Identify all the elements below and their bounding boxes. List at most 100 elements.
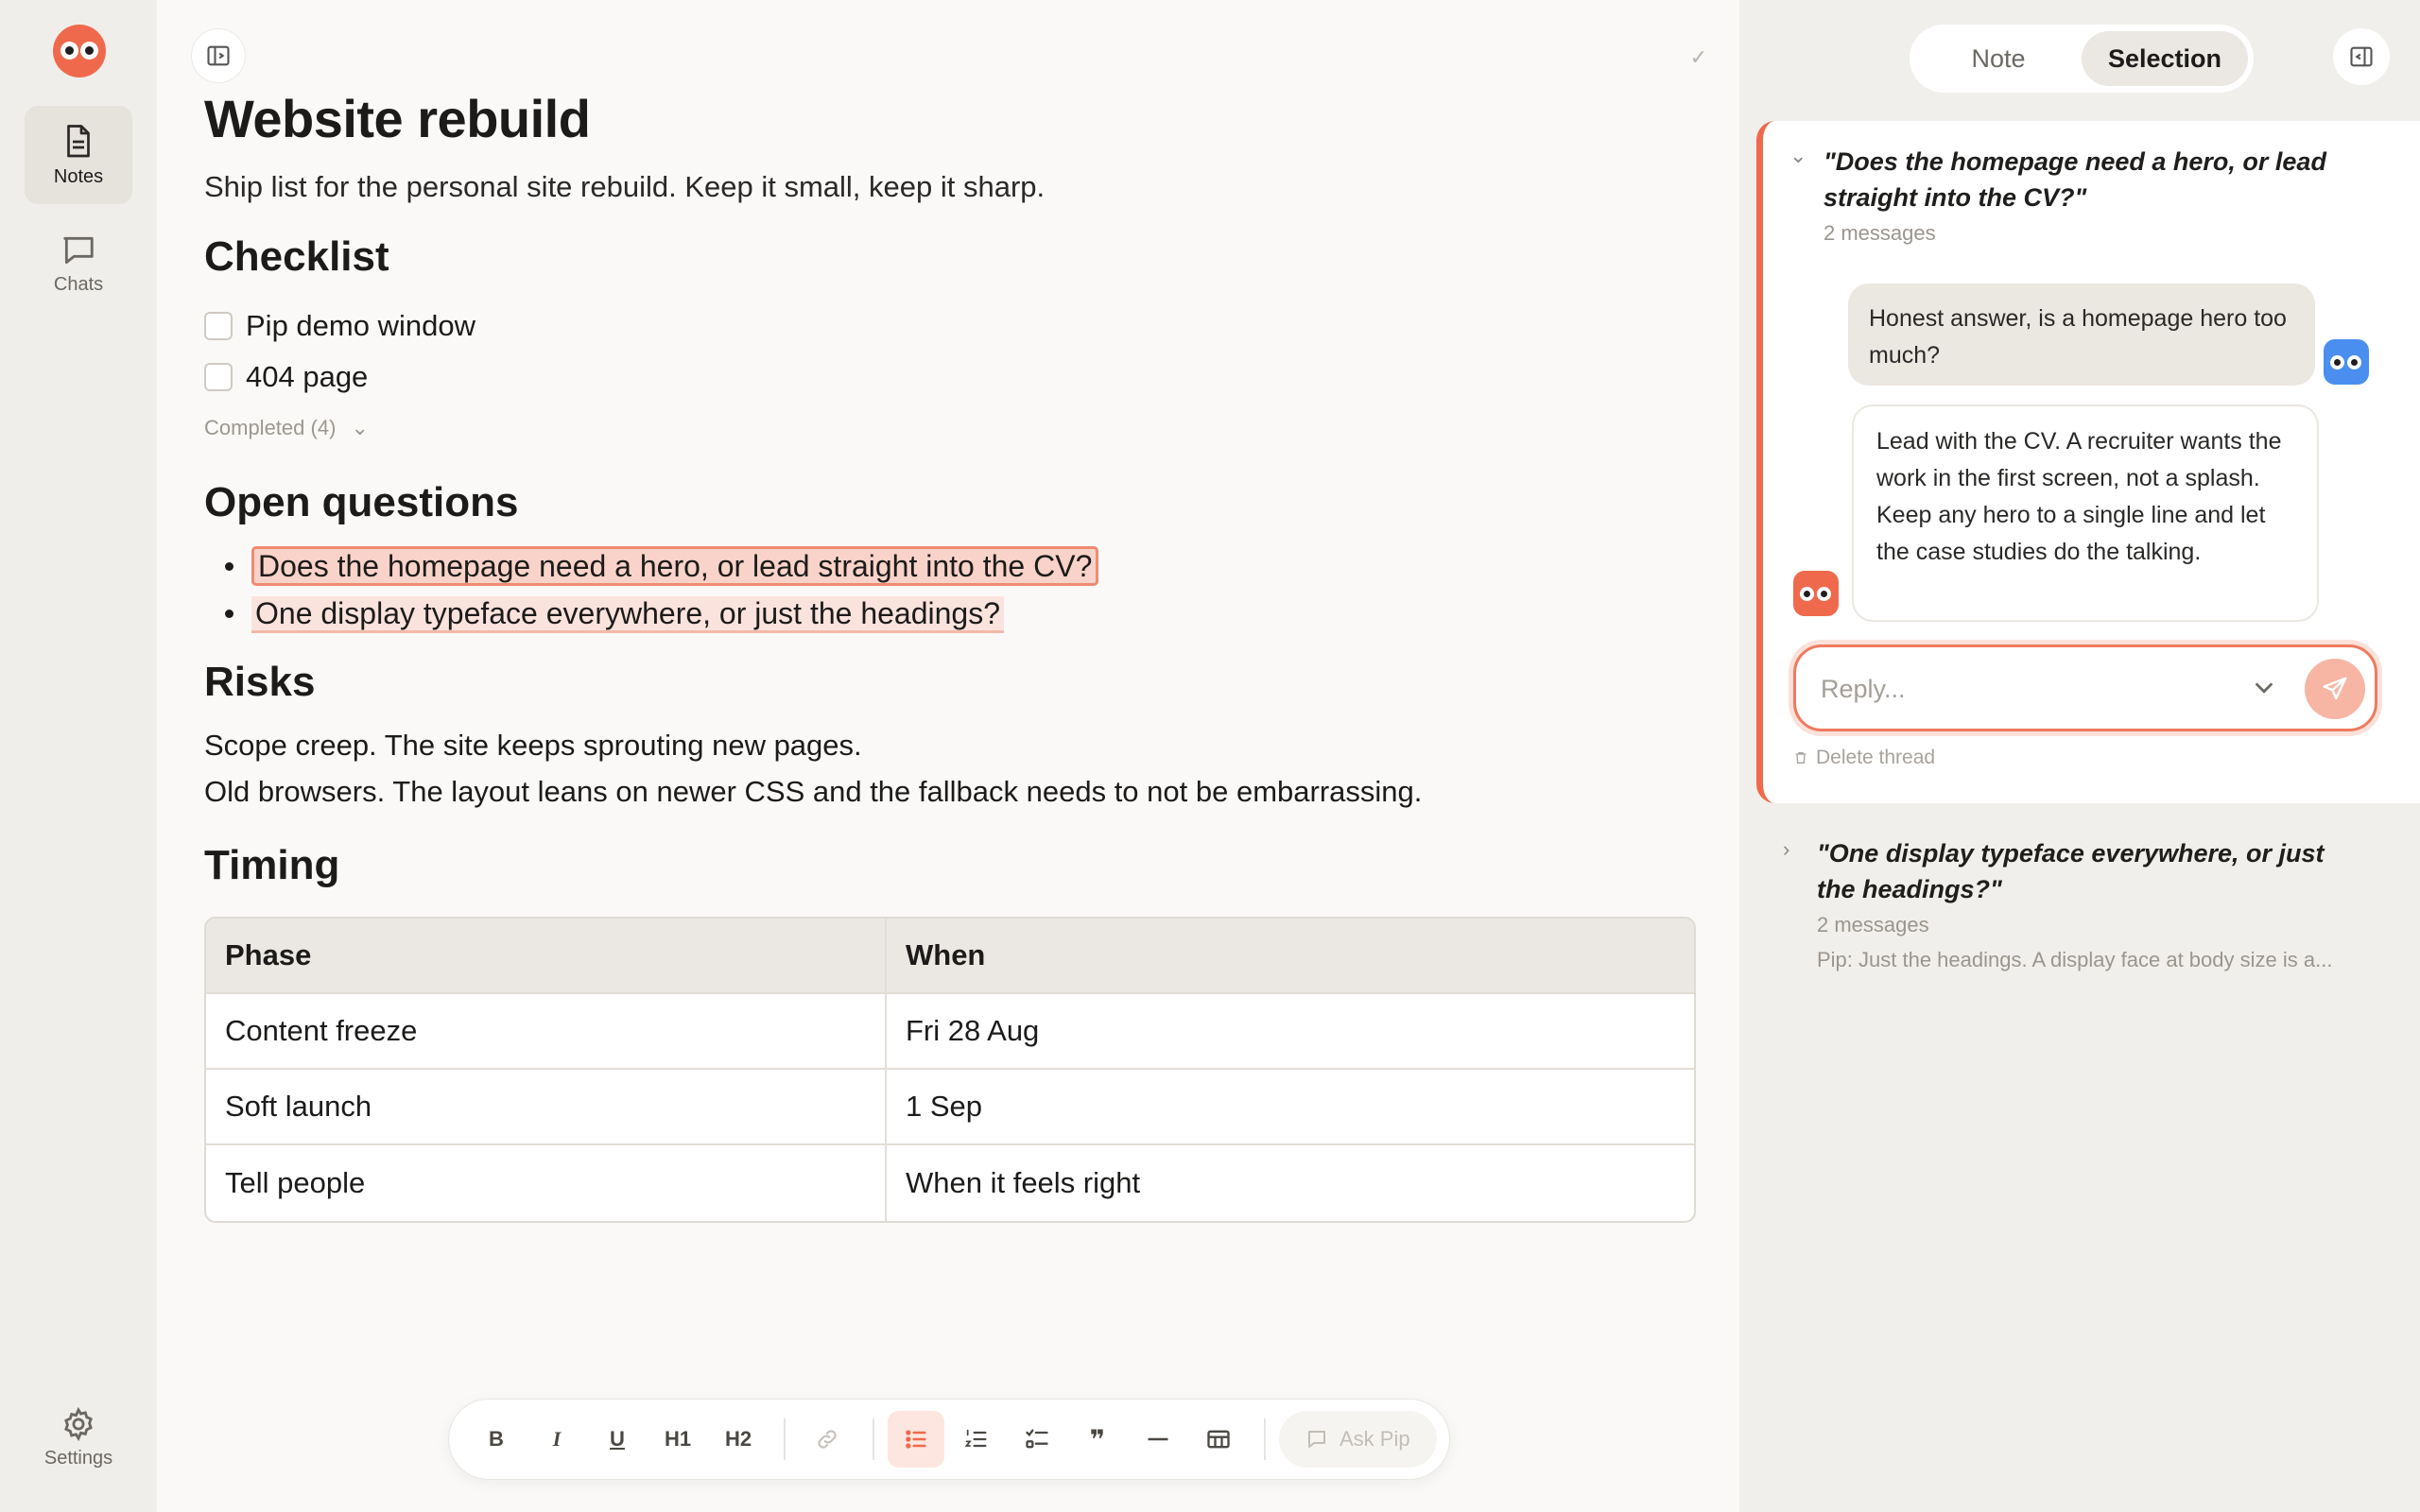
page-title[interactable]: Website rebuild: [204, 85, 1698, 153]
numbered-list-button[interactable]: [948, 1411, 1005, 1468]
rail-item-label: Chats: [53, 274, 104, 295]
thread-message-count: 2 messages: [1824, 221, 1936, 245]
bullet-list-icon: [906, 1430, 926, 1449]
divider-button[interactable]: [1130, 1411, 1186, 1468]
rail-item-chats[interactable]: Chats: [25, 215, 132, 314]
chevron-down-icon[interactable]: [2250, 674, 2278, 702]
ask-pip-button[interactable]: Ask Pip: [1279, 1411, 1437, 1468]
checklist-item-text[interactable]: 404 page: [246, 360, 368, 394]
comments-panel: Note Selection ⌄ "Does the homepage need…: [1739, 0, 2420, 1512]
doc-subtitle[interactable]: Ship list for the personal site rebuild.…: [204, 170, 1698, 204]
questions-list: Does the homepage need a hero, or lead s…: [204, 542, 1698, 637]
user-message-bubble: Honest answer, is a homepage hero too mu…: [1848, 284, 2315, 386]
logo-eye-right: [80, 42, 98, 60]
avatar-eye: [1817, 587, 1831, 601]
chevron-right-icon[interactable]: ›: [1783, 837, 1789, 862]
rail-item-settings[interactable]: Settings: [25, 1395, 132, 1480]
table-cell[interactable]: Fri 28 Aug: [887, 994, 1694, 1070]
document: Website rebuild Ship list for the person…: [204, 85, 1698, 1223]
delete-thread-label: Delete thread: [1816, 747, 1936, 768]
list-item: Does the homepage need a hero, or lead s…: [204, 542, 1698, 590]
link-icon: [818, 1430, 837, 1449]
avatar-eye: [2347, 355, 2361, 369]
highlighted-selection[interactable]: One display typeface everywhere, or just…: [251, 596, 1005, 633]
table-icon: [1207, 1430, 1230, 1449]
underline-button[interactable]: U: [589, 1411, 646, 1468]
table-cell[interactable]: When it feels right: [887, 1145, 1694, 1221]
sidebar-toggle-icon: [207, 45, 230, 66]
checklist-item: Pip demo window: [204, 301, 1698, 352]
risk-line[interactable]: Old browsers. The layout leans on newer …: [204, 768, 1698, 815]
horizontal-rule-icon: [1148, 1437, 1168, 1441]
tab-selection[interactable]: Selection: [2082, 31, 2248, 86]
notes-icon: [67, 125, 90, 158]
pip-message-bubble: Lead with the CV. A recruiter wants the …: [1852, 404, 2319, 622]
table-cell[interactable]: Soft launch: [206, 1070, 887, 1145]
rail-item-notes[interactable]: Notes: [25, 106, 132, 204]
reply-input[interactable]: [1821, 668, 2237, 710]
highlighted-selection[interactable]: Does the homepage need a hero, or lead s…: [251, 546, 1099, 586]
table-cell[interactable]: 1 Sep: [887, 1070, 1694, 1145]
quote-button[interactable]: ❞: [1069, 1411, 1126, 1468]
table-cell[interactable]: Content freeze: [206, 994, 887, 1070]
send-icon: [2323, 677, 2347, 700]
avatar-eye: [1800, 587, 1814, 601]
pip-logo-icon[interactable]: [53, 25, 106, 77]
gear-icon: [64, 1406, 93, 1442]
questions-heading[interactable]: Open questions: [204, 476, 1698, 529]
checklist-heading[interactable]: Checklist: [204, 231, 1698, 284]
checklist: Pip demo window 404 page: [204, 301, 1698, 403]
thread-quote[interactable]: "One display typeface everywhere, or jus…: [1817, 835, 2365, 907]
format-toolbar: B I U H1 H2 ❞ Ask Pip: [448, 1399, 1450, 1480]
bullet-list-button[interactable]: [888, 1411, 944, 1468]
note-editor: ✓ Website rebuild Ship list for the pers…: [157, 0, 1739, 1512]
completed-toggle[interactable]: Completed (4) ⌄: [204, 416, 1698, 440]
thread-card-active: ⌄ "Does the homepage need a hero, or lea…: [1756, 121, 2420, 803]
left-rail: Notes Chats Settings: [0, 0, 157, 1512]
thread-card[interactable]: › "One display typeface everywhere, or j…: [1756, 822, 2420, 992]
panel-toggle-icon: [2350, 46, 2373, 67]
task-list-icon: [1026, 1429, 1048, 1449]
table-header-cell[interactable]: When: [887, 919, 1694, 994]
table-row: Tell people When it feels right: [206, 1145, 1694, 1221]
checklist-item-text[interactable]: Pip demo window: [246, 309, 475, 343]
h2-button[interactable]: H2: [710, 1411, 767, 1468]
scope-switcher: Note Selection: [1910, 25, 2254, 93]
thread-message-count: 2 messages: [1817, 913, 1929, 936]
checkbox[interactable]: [204, 363, 233, 391]
table-header-cell[interactable]: Phase: [206, 919, 887, 994]
toolbar-divider: [873, 1418, 874, 1460]
user-avatar: [2324, 339, 2369, 385]
list-item: One display typeface everywhere, or just…: [204, 590, 1698, 637]
avatar-eye: [2330, 355, 2344, 369]
rail-item-label: Settings: [43, 1448, 113, 1469]
table-button[interactable]: [1190, 1411, 1247, 1468]
completed-label: Completed (4): [204, 416, 337, 439]
sidebar-toggle-button[interactable]: [191, 28, 246, 83]
saved-check-icon: ✓: [1689, 45, 1707, 69]
checklist-item: 404 page: [204, 352, 1698, 403]
toolbar-divider: [784, 1418, 786, 1460]
send-button[interactable]: [2305, 659, 2365, 719]
toolbar-divider: [1264, 1418, 1266, 1460]
table-cell[interactable]: Tell people: [206, 1145, 887, 1221]
h1-button[interactable]: H1: [649, 1411, 706, 1468]
risks-text: Scope creep. The site keeps sprouting ne…: [204, 722, 1698, 815]
risk-line[interactable]: Scope creep. The site keeps sprouting ne…: [204, 722, 1698, 768]
panel-toggle-button[interactable]: [2333, 28, 2390, 85]
numbered-list-icon: [964, 1429, 987, 1448]
link-button[interactable]: [799, 1411, 856, 1468]
chevron-down-icon[interactable]: ⌄: [1789, 144, 1806, 168]
thread-quote[interactable]: "Does the homepage need a hero, or lead …: [1824, 144, 2372, 215]
checkbox[interactable]: [204, 312, 233, 340]
tab-note[interactable]: Note: [1915, 31, 2082, 86]
risks-heading[interactable]: Risks: [204, 656, 1698, 709]
table-row: Content freeze Fri 28 Aug: [206, 994, 1694, 1070]
timing-heading[interactable]: Timing: [204, 839, 1698, 892]
comment-icon: [1308, 1431, 1325, 1448]
delete-thread-button[interactable]: Delete thread: [1793, 747, 1935, 769]
bold-button[interactable]: B: [468, 1411, 525, 1468]
task-list-button[interactable]: [1009, 1411, 1065, 1468]
italic-button[interactable]: I: [528, 1411, 585, 1468]
rail-item-label: Notes: [53, 166, 104, 187]
